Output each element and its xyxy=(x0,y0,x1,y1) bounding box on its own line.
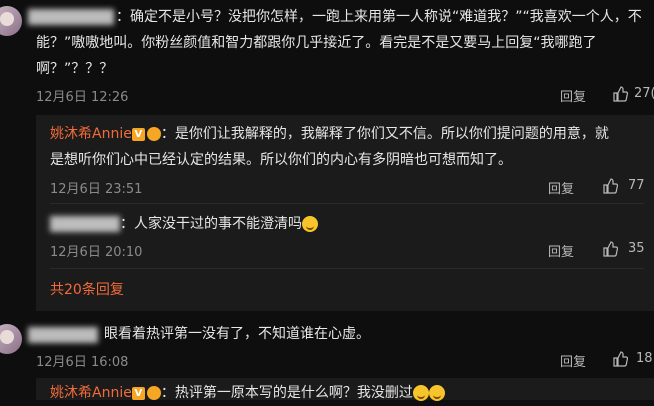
smile-emoji-icon xyxy=(428,385,445,401)
like-count: 35 xyxy=(628,241,645,256)
reply-text: ：人家没干过的事不能澄清吗 xyxy=(120,216,302,232)
reply-button[interactable]: 回复 xyxy=(560,86,586,105)
username[interactable] xyxy=(28,327,98,343)
fan-badge-icon xyxy=(146,386,161,400)
fan-badge-icon xyxy=(146,127,161,141)
reply-button[interactable]: 回复 xyxy=(548,178,574,197)
reply-text-line: 姚沐希Annie V ：热评第一原本写的是什么啊？我没删过 xyxy=(50,380,445,406)
reply-text-line: 姚沐希Annie V ：是你们让我解释的，我解释了你们又不信。所以你们提问题的用意，… xyxy=(50,121,609,147)
thumbs-up-icon[interactable] xyxy=(602,241,618,257)
smile-emoji-icon xyxy=(412,385,429,401)
comment-timestamp: 12月6日 12:26 xyxy=(36,90,129,105)
comment-text: 眼看着热评第一没有了，不知道谁在心虚。 xyxy=(104,326,370,342)
more-replies-link[interactable]: 共20条回复 xyxy=(50,279,124,299)
comment-timestamp: 12月6日 16:08 xyxy=(36,355,129,370)
like-count: 77 xyxy=(628,178,645,193)
thumbs-up-icon[interactable] xyxy=(612,351,628,367)
comment-text-line: 能？”嗷嗷地叫。你粉丝颜值和智力都跟你几乎接近了。看完是不是又要马上回复“我哪跑… xyxy=(36,35,597,51)
divider xyxy=(50,203,644,204)
like-count: 27( xyxy=(634,86,654,101)
username[interactable] xyxy=(50,216,120,232)
author-name[interactable]: 姚沐希Annie xyxy=(50,126,132,142)
comment-text-line: 啊？”？？？ xyxy=(36,61,114,77)
thumbs-up-icon[interactable] xyxy=(612,86,628,102)
like-count: 18 xyxy=(636,351,653,366)
reply-timestamp: 12月6日 23:51 xyxy=(50,182,143,197)
avatar[interactable] xyxy=(0,324,22,354)
reply-text-line: ：人家没干过的事不能澄清吗 xyxy=(120,211,318,237)
comment-text-line: ：确定不是小号？没把你怎样，一跑上来用第一人称说“难道我？”“我喜欢一个人，不 xyxy=(116,9,642,25)
reply-timestamp: 12月6日 20:10 xyxy=(50,245,143,260)
avatar[interactable] xyxy=(0,6,22,36)
author-name[interactable]: 姚沐希Annie xyxy=(50,385,132,401)
reply-button[interactable]: 回复 xyxy=(560,351,586,370)
verified-v-icon: V xyxy=(131,127,145,141)
reply-button[interactable]: 回复 xyxy=(548,241,574,260)
verified-v-icon: V xyxy=(131,386,145,400)
thumbs-up-icon[interactable] xyxy=(602,178,618,194)
reply-text: ：是你们让我解释的，我解释了你们又不信。所以你们提问题的用意，就 xyxy=(160,126,609,142)
reply-text-line: 是想听你们心中已经认定的结果。所以你们的内心有多阴暗也可想而知了。 xyxy=(50,152,512,168)
divider xyxy=(50,268,644,269)
username[interactable] xyxy=(28,9,114,25)
reply-text: ：热评第一原本写的是什么啊？我没删过 xyxy=(160,385,413,401)
smile-emoji-icon xyxy=(302,216,318,232)
